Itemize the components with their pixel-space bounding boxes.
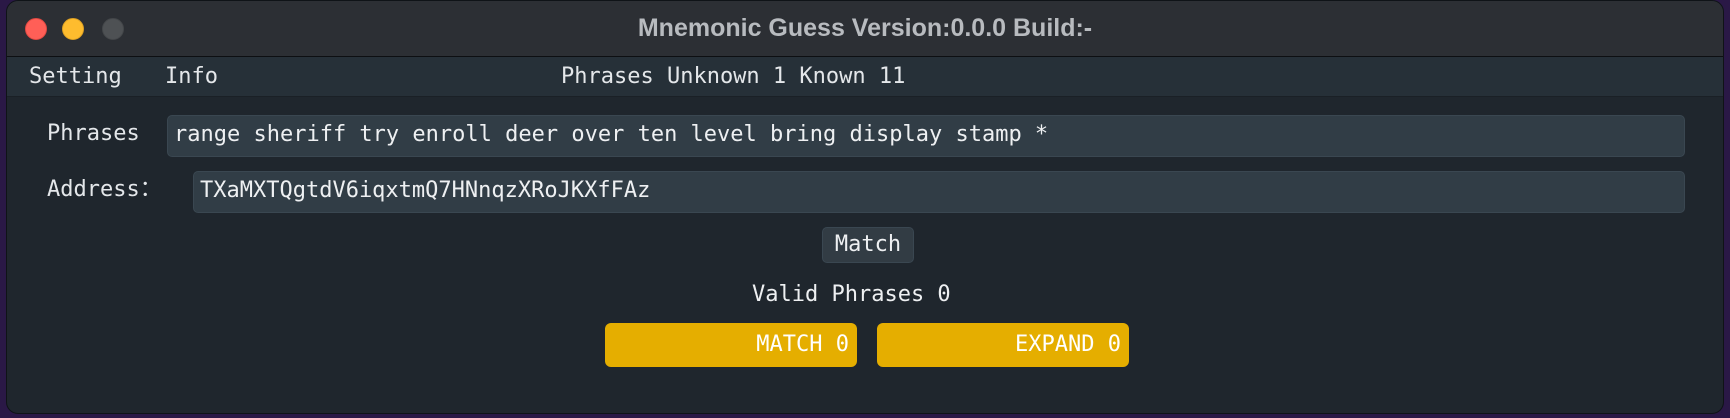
menu-setting[interactable]: Setting <box>29 64 122 90</box>
menu-bar: Setting Info Phrases Unknown 1 Known 11 <box>7 57 1723 97</box>
address-label: Address： <box>47 177 162 202</box>
expand-count-button[interactable]: EXPAND 0 <box>877 323 1129 367</box>
phrases-input[interactable]: range sheriff try enroll deer over ten l… <box>167 115 1685 157</box>
window-title: Mnemonic Guess Version:0.0.0 Build:- <box>637 14 1093 42</box>
match-count-label: MATCH 0 <box>756 332 849 357</box>
match-button[interactable]: Match <box>822 227 914 263</box>
title-bar: Mnemonic Guess Version:0.0.0 Build:- <box>7 1 1723 57</box>
menu-info[interactable]: Info <box>165 64 218 90</box>
expand-count-label: EXPAND 0 <box>1015 332 1121 357</box>
phrases-status: Phrases Unknown 1 Known 11 <box>561 64 906 89</box>
address-input[interactable]: TXaMXTQgtdV6iqxtmQ7HNnqzXRoJKXfFAz <box>193 171 1685 213</box>
app-window: Mnemonic Guess Version:0.0.0 Build:- Set… <box>6 0 1724 414</box>
valid-phrases-count: Valid Phrases 0 <box>752 282 951 307</box>
phrases-label: Phrases <box>47 121 140 146</box>
match-count-button[interactable]: MATCH 0 <box>605 323 857 367</box>
